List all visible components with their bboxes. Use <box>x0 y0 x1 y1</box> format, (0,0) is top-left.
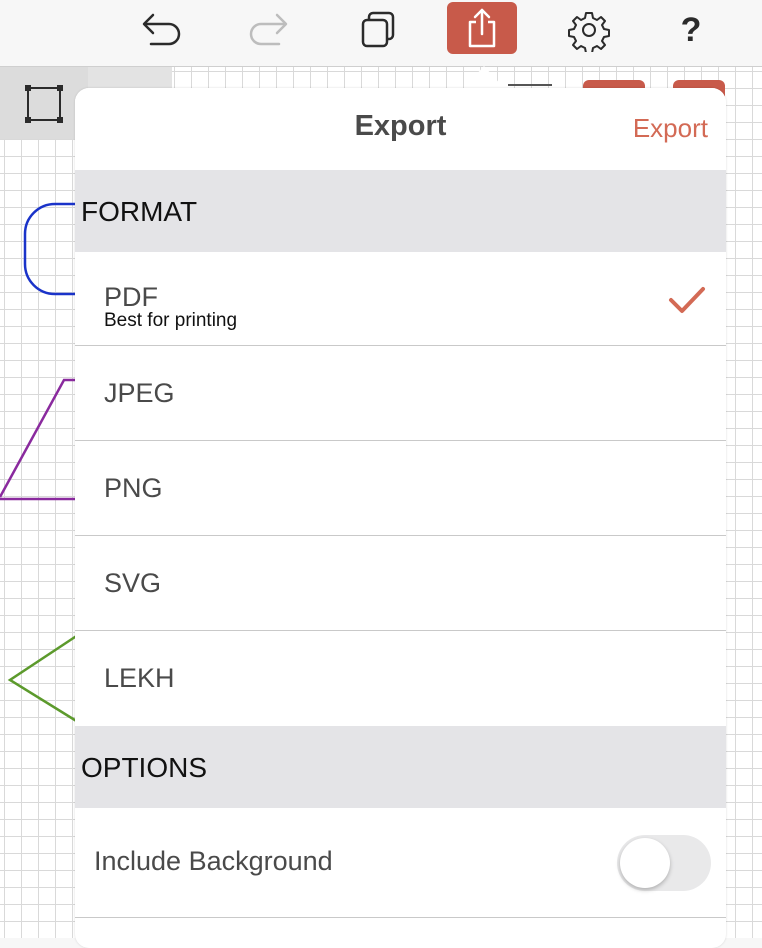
popover-header: Export Export <box>75 88 726 170</box>
row-divider <box>75 630 726 631</box>
green-shape <box>7 633 79 724</box>
duplicate-button[interactable] <box>342 4 412 56</box>
toggle-knob <box>620 838 670 888</box>
format-label: SVG <box>104 568 162 598</box>
include-background-toggle[interactable] <box>617 835 711 891</box>
share-icon <box>468 8 496 48</box>
format-label: PNG <box>104 473 163 503</box>
line-tool-remnant <box>508 84 552 86</box>
format-section-header: FORMAT <box>75 170 726 252</box>
options-section-header: OPTIONS <box>75 726 726 808</box>
format-subtitle: Best for printing <box>104 310 238 331</box>
settings-button[interactable] <box>554 4 624 56</box>
help-label: ? <box>680 10 702 49</box>
redo-button[interactable] <box>233 4 303 56</box>
format-option-lekh[interactable]: LEKH <box>75 632 726 726</box>
undo-icon <box>142 13 181 46</box>
row-divider <box>75 917 726 918</box>
gear-icon <box>568 12 610 52</box>
checkmark-icon <box>669 287 705 313</box>
redo-icon <box>249 13 288 46</box>
export-action-button[interactable]: Export <box>633 113 708 144</box>
selection-tool-button[interactable] <box>24 84 66 129</box>
popover-arrow <box>464 66 504 88</box>
format-option-pdf[interactable]: PDF Best for printing <box>75 252 726 346</box>
option-include-background: Include Background <box>75 808 726 918</box>
option-label: Include Background <box>94 846 333 876</box>
format-label: JPEG <box>104 378 175 408</box>
options-section-label: OPTIONS <box>81 752 208 783</box>
export-popover: Export Export FORMAT PDF Best for printi… <box>75 88 726 948</box>
row-divider <box>75 440 726 441</box>
share-button[interactable] <box>447 2 517 54</box>
row-divider <box>75 535 726 536</box>
help-button[interactable]: ? <box>656 4 726 56</box>
format-label: PDF <box>104 282 158 312</box>
row-divider <box>75 345 726 346</box>
popover-title: Export <box>354 110 447 142</box>
top-toolbar: ? <box>0 0 762 67</box>
duplicate-icon <box>361 11 395 48</box>
format-section-label: FORMAT <box>81 196 198 227</box>
blue-shape <box>23 202 78 296</box>
format-option-svg[interactable]: SVG <box>75 537 726 631</box>
format-option-jpeg[interactable]: JPEG <box>75 347 726 441</box>
selection-frame-icon <box>25 85 63 123</box>
purple-shape <box>0 378 78 501</box>
undo-button[interactable] <box>127 4 197 56</box>
format-label: LEKH <box>104 663 175 693</box>
format-option-png[interactable]: PNG <box>75 442 726 536</box>
